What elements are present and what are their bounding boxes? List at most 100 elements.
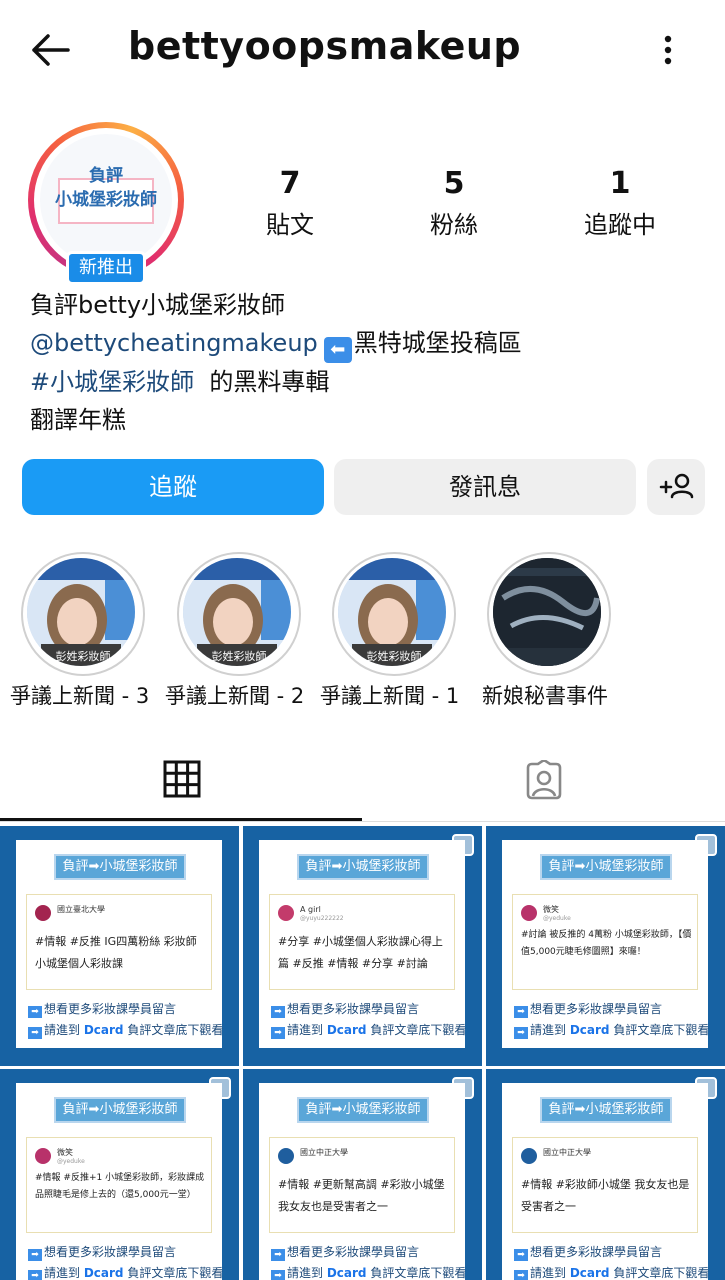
- right-arrow-icon: ➡: [28, 1006, 42, 1018]
- post-text: #分享 #小城堡個人彩妝課心得上篇 #反推 #情報 #分享 #討論: [278, 935, 443, 970]
- author-avatar: [521, 1148, 537, 1164]
- highlight-3-label: 爭議上新聞 - 1: [320, 684, 460, 708]
- avatar-text-line1: 負評: [89, 166, 123, 186]
- multiple-images-icon: [452, 1077, 474, 1099]
- highlight-1[interactable]: 彭姓彩妝師: [21, 552, 145, 676]
- author-avatar: [35, 905, 51, 921]
- pin-icon: [207, 841, 221, 862]
- message-button[interactable]: 發訊息: [334, 459, 636, 515]
- cta-line-2: ➡ 請進到 Dcard 負評文章底下觀看: [271, 1021, 466, 1039]
- cta-line-1: ➡ 想看更多彩妝課學員留言: [28, 1243, 176, 1261]
- highlight-1-caption: 彭姓彩妝師: [55, 650, 111, 663]
- posts-count: 7: [279, 166, 301, 201]
- author-name: A girl: [300, 905, 321, 914]
- follow-button[interactable]: 追蹤: [22, 459, 324, 515]
- tab-divider: [0, 821, 725, 822]
- post-text: #情報 #更新幫高調 #彩妝小城堡 我女友也是受害者之一: [278, 1178, 445, 1213]
- post-tile[interactable]: 負評➡小城堡彩妝師 國立臺北大學 #情報 #反推 IG四萬粉絲 彩妝師小城堡個人…: [0, 826, 239, 1066]
- post-title: 負評➡小城堡彩妝師: [540, 854, 672, 880]
- quoted-post: 國立臺北大學 #情報 #反推 IG四萬粉絲 彩妝師小城堡個人彩妝課: [26, 894, 212, 990]
- quoted-post: 微笑 @yeduke #討論 被反推的 4萬粉 小城堡彩妝師，【價值5,000元…: [512, 894, 698, 990]
- following-label: 追蹤中: [584, 211, 656, 239]
- author-avatar: [278, 1148, 294, 1164]
- highlight-3[interactable]: 彭姓彩妝師: [332, 552, 456, 676]
- post-text: #情報 #彩妝師小城堡 我女友也是受害者之一: [521, 1178, 690, 1213]
- cta-line-2: ➡ 請進到 Dcard 負評文章底下觀看: [271, 1264, 466, 1280]
- right-arrow-icon: ➡: [271, 1270, 285, 1280]
- post-title: 負評➡小城堡彩妝師: [540, 1097, 672, 1123]
- post-tile[interactable]: 負評➡小城堡彩妝師 國立中正大學 #情報 #更新幫高調 #彩妝小城堡 我女友也是…: [243, 1069, 482, 1280]
- bio-hashtag-link[interactable]: #小城堡彩妝師: [30, 368, 194, 396]
- post-tile[interactable]: 負評➡小城堡彩妝師 微笑 @yeduke #情報 #反推+1 小城堡彩妝師，彩妝…: [0, 1069, 239, 1280]
- grid-icon[interactable]: [163, 760, 201, 798]
- author-name: 國立中正大學: [543, 1148, 591, 1157]
- suggested-users-button[interactable]: [647, 459, 705, 515]
- right-arrow-icon: ➡: [514, 1249, 528, 1261]
- author-name: 微笑: [543, 905, 559, 914]
- post-text: #情報 #反推 IG四萬粉絲 彩妝師小城堡個人彩妝課: [35, 935, 197, 970]
- cta-line-2: ➡ 請進到 Dcard 負評文章底下觀看: [514, 1021, 709, 1039]
- right-arrow-icon: ➡: [28, 1027, 42, 1039]
- cta-line-1: ➡ 想看更多彩妝課學員留言: [271, 1243, 419, 1261]
- profile-bio: 負評betty小城堡彩妝師 @bettycheatingmakeup ⬅ 黑特城堡投…: [30, 286, 710, 439]
- multiple-images-icon: [695, 834, 717, 856]
- cta-line-1: ➡ 想看更多彩妝課學員留言: [514, 1000, 662, 1018]
- author-handle: @yeduke: [543, 915, 571, 922]
- quoted-post: 微笑 @yeduke #情報 #反推+1 小城堡彩妝師，彩妝課成品照睫毛是修上去…: [26, 1137, 212, 1233]
- post-tile[interactable]: 負評➡小城堡彩妝師 微笑 @yeduke #討論 被反推的 4萬粉 小城堡彩妝師…: [486, 826, 725, 1066]
- author-handle: @yeduke: [57, 1158, 85, 1165]
- highlight-1-label: 爭議上新聞 - 3: [10, 684, 150, 708]
- bio-mention-link[interactable]: @bettycheatingmakeup: [30, 329, 318, 357]
- right-arrow-icon: ➡: [28, 1270, 42, 1280]
- right-arrow-icon: ➡: [271, 1006, 285, 1018]
- post-title: 負評➡小城堡彩妝師: [297, 1097, 429, 1123]
- author-avatar: [35, 1148, 51, 1164]
- right-arrow-icon: ➡: [514, 1270, 528, 1280]
- quoted-post: 國立中正大學 #情報 #更新幫高調 #彩妝小城堡 我女友也是受害者之一: [269, 1137, 455, 1233]
- highlight-2-label: 爭議上新聞 - 2: [165, 684, 305, 708]
- cta-line-1: ➡ 想看更多彩妝課學員留言: [514, 1243, 662, 1261]
- author-avatar: [278, 905, 294, 921]
- right-arrow-icon: ➡: [514, 1006, 528, 1018]
- avatar-text-line2: 小城堡彩妝師: [55, 190, 157, 210]
- top-bar: bettyoopsmakeup: [0, 0, 725, 100]
- followers-label: 粉絲: [430, 211, 478, 239]
- post-tile[interactable]: 負評➡小城堡彩妝師 A girl @yuyu222222 #分享 #小城堡個人彩…: [243, 826, 482, 1066]
- post-title: 負評➡小城堡彩妝師: [297, 854, 429, 880]
- bio-line4: 翻譯年糕: [30, 406, 126, 434]
- author-avatar: [521, 905, 537, 921]
- highlight-4-label: 新娘秘書事件: [482, 684, 608, 708]
- right-arrow-icon: ➡: [514, 1027, 528, 1039]
- posts-stat[interactable]: 7 貼文: [240, 166, 340, 240]
- following-stat[interactable]: 1 追蹤中: [565, 166, 675, 240]
- cta-line-2: ➡ 請進到 Dcard 負評文章底下觀看: [28, 1264, 223, 1280]
- tagged-icon[interactable]: [524, 760, 564, 800]
- post-tile[interactable]: 負評➡小城堡彩妝師 國立中正大學 #情報 #彩妝師小城堡 我女友也是受害者之一 …: [486, 1069, 725, 1280]
- new-story-badge: 新推出: [66, 251, 146, 285]
- more-options-icon[interactable]: [652, 30, 684, 70]
- back-arrow-icon[interactable]: [28, 30, 72, 70]
- multiple-images-icon: [209, 1077, 231, 1099]
- highlight-2[interactable]: 彭姓彩妝師: [177, 552, 301, 676]
- post-title: 負評➡小城堡彩妝師: [54, 1097, 186, 1123]
- multiple-images-icon: [695, 1077, 717, 1099]
- highlight-4[interactable]: [487, 552, 611, 676]
- bio-hashtag-suffix: 的黑料專輯: [209, 368, 330, 396]
- cta-line-1: ➡ 想看更多彩妝課學員留言: [271, 1000, 419, 1018]
- left-arrow-emoji-icon: ⬅: [323, 337, 352, 363]
- right-arrow-icon: ➡: [271, 1027, 285, 1039]
- post-title: 負評➡小城堡彩妝師: [54, 854, 186, 880]
- multiple-images-icon: [452, 834, 474, 856]
- quoted-post: A girl @yuyu222222 #分享 #小城堡個人彩妝課心得上篇 #反推…: [269, 894, 455, 990]
- highlight-4-image: [493, 558, 601, 666]
- profile-username: bettyoopsmakeup: [128, 24, 522, 68]
- followers-count: 5: [443, 166, 465, 201]
- post-text: #討論 被反推的 4萬粉 小城堡彩妝師，【價值5,000元睫毛修圖照】來囉！: [521, 930, 692, 957]
- right-arrow-icon: ➡: [271, 1249, 285, 1261]
- author-name: 國立中正大學: [300, 1148, 348, 1157]
- highlight-2-caption: 彭姓彩妝師: [211, 650, 267, 663]
- followers-stat[interactable]: 5 粉絲: [404, 166, 504, 240]
- add-person-icon: [659, 473, 694, 499]
- author-name: 國立臺北大學: [57, 905, 105, 914]
- cta-line-1: ➡ 想看更多彩妝課學員留言: [28, 1000, 176, 1018]
